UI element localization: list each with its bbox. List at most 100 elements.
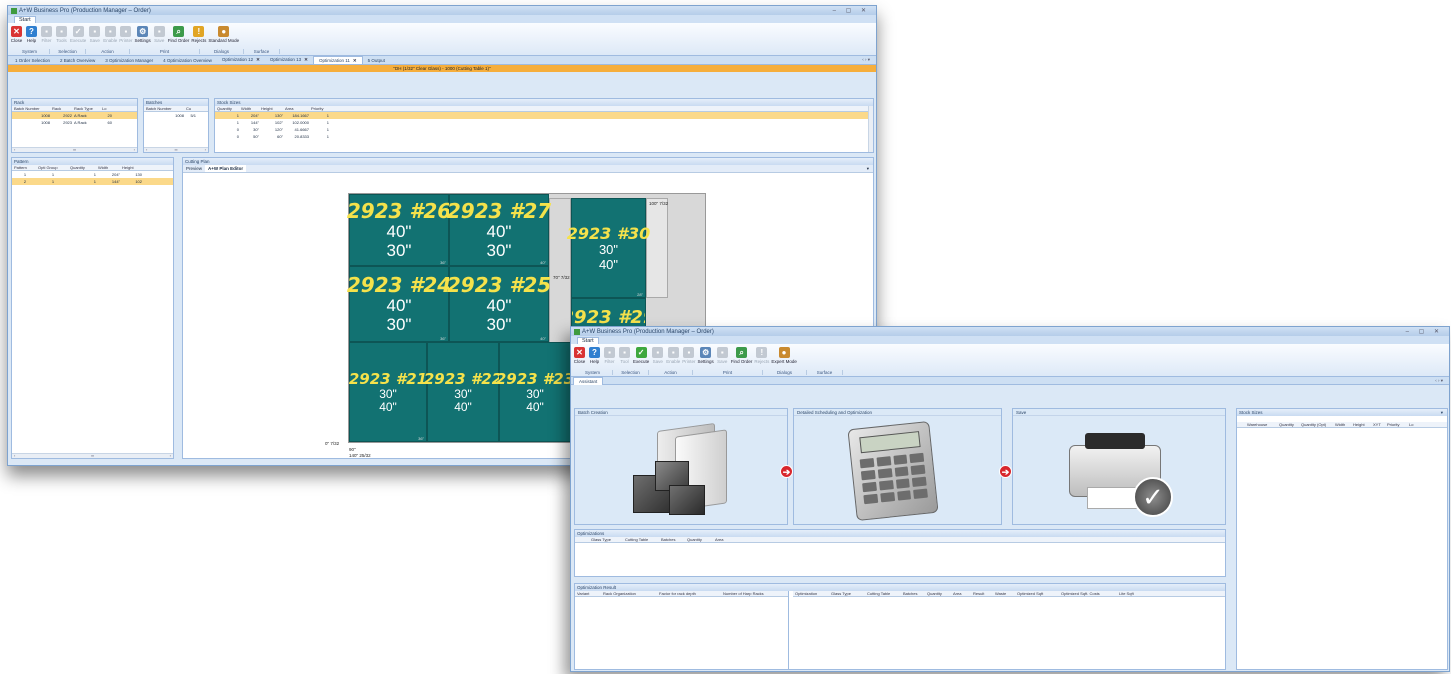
table-row[interactable]: 1 1 1 204" 130 <box>12 171 173 178</box>
find-order-button[interactable]: ⌕ Find Order <box>731 347 752 364</box>
stock-col-priority[interactable]: Priority <box>309 106 329 111</box>
help-button[interactable]: ? Help <box>25 26 38 43</box>
col-cutting-table[interactable]: Cutting Table <box>623 537 659 542</box>
table-row[interactable]: 1008 2922 A Rack 20 <box>12 112 137 119</box>
stock-col-quantity[interactable]: Quantity <box>215 106 239 111</box>
glass-piece[interactable]: 2923 #26 40" 30" 36" <box>347 194 451 266</box>
pin-icon[interactable]: ▾ <box>867 165 869 173</box>
settings-button[interactable]: ⚙ Settings <box>135 26 151 43</box>
close-button[interactable]: ✕ Close <box>573 347 586 364</box>
col-factor-rack-depth[interactable]: Factor for rack depth <box>657 591 721 596</box>
batches-col-cu[interactable]: Cu <box>184 106 196 111</box>
filter-button[interactable]: ▪ Filter <box>40 26 53 43</box>
pattern-col-optigroup[interactable]: Opti Group <box>36 165 68 170</box>
tab-scroll-arrows[interactable]: ‹ › ▾ <box>1435 378 1443 384</box>
rejects-button[interactable]: ! Rejects <box>191 26 206 43</box>
pattern-col-quantity[interactable]: Quantity <box>68 165 96 170</box>
rack-hscroll[interactable]: ‹ ═ › <box>12 147 137 152</box>
tab-optimization-13[interactable]: Optimization 13 ✕ <box>265 57 313 63</box>
tab-optimization-12[interactable]: Optimization 12 ✕ <box>217 57 265 63</box>
col-batches[interactable]: Batches <box>901 591 925 596</box>
col-priority[interactable]: Priority <box>1385 422 1407 427</box>
save-button[interactable]: ▪ Save <box>716 347 729 364</box>
table-row[interactable]: 1008 5/1 <box>144 112 208 119</box>
col-variant[interactable]: Variant <box>575 591 601 596</box>
col-lo[interactable]: Lo <box>1407 422 1417 427</box>
pattern-col-pattern[interactable]: Pattern <box>12 165 36 170</box>
col-optimization[interactable]: Optimization <box>793 591 829 596</box>
col-area[interactable]: Area <box>951 591 971 596</box>
tab-3-optimization-manager[interactable]: 3 Optimization Manager <box>100 58 158 63</box>
wizard-step-optimization[interactable]: Detailed Scheduling and Optimization <box>793 408 1002 525</box>
col-cutting-table[interactable]: Cutting Table <box>865 591 901 596</box>
col-batches[interactable]: Batches <box>659 537 685 542</box>
tab-4-optimization-overview[interactable]: 4 Optimization Overview <box>158 58 217 63</box>
col-harp-racks[interactable]: Number of Harp Racks <box>721 591 781 596</box>
stock-col-height[interactable]: Height <box>259 106 283 111</box>
ribbon-tab-start[interactable]: Start <box>14 16 36 23</box>
close-tab-icon[interactable]: ✕ <box>353 58 357 63</box>
enable-button[interactable]: ▪ Enable <box>666 347 680 364</box>
pin-icon[interactable]: ▾ <box>1441 409 1443 416</box>
batches-col-number[interactable]: Batch Number <box>144 106 184 111</box>
tab-preview[interactable]: Preview <box>183 165 205 172</box>
table-row[interactable]: 0 30" 120" 41.6667 1 <box>215 126 873 133</box>
glass-piece[interactable]: 2923 #21 30" 40" 36" <box>349 342 427 442</box>
rack-col-lo[interactable]: Lo <box>100 106 112 111</box>
wizard-step-save[interactable]: Save ✓ <box>1012 408 1226 525</box>
col-quantity[interactable]: Quantity <box>685 537 713 542</box>
tab-5-output[interactable]: 5 Output <box>363 58 390 63</box>
col-quantity-opt[interactable]: Quantity (Opt) <box>1299 422 1333 427</box>
tab-1-order-selection[interactable]: 1 Order Selection <box>10 58 55 63</box>
col-warehouse[interactable]: Warehouse <box>1245 422 1277 427</box>
filter-button[interactable]: ▪ Filter <box>603 347 616 364</box>
pattern-col-width[interactable]: Width <box>96 165 120 170</box>
window-controls[interactable]: – ▢ ✕ <box>1406 328 1449 335</box>
col-optimized-sqft[interactable]: Optimized Sqft <box>1015 591 1059 596</box>
col-rack-organization[interactable]: Rack Organization <box>601 591 657 596</box>
standard-mode-button[interactable]: ● Standard Mode <box>208 26 239 43</box>
save-button[interactable]: ▪ Save <box>651 347 664 364</box>
pattern-hscroll[interactable]: ‹ ═ › <box>12 453 173 458</box>
rack-col-type[interactable]: Rack Type <box>72 106 100 111</box>
glass-piece[interactable]: 2923 #22 30" 40" <box>424 342 502 442</box>
close-tab-icon[interactable]: ✕ <box>304 57 308 62</box>
batches-hscroll[interactable]: ‹ ═ › <box>144 147 208 152</box>
table-row[interactable]: 1 204" 130" 184.1667 1 <box>215 112 873 119</box>
close-button[interactable]: ✕ Close <box>10 26 23 43</box>
col-optimized-sqft-costs[interactable]: Optimized Sqft. Costs <box>1059 591 1117 596</box>
help-button[interactable]: ? Help <box>588 347 601 364</box>
execute-button[interactable]: ✓ Execute <box>633 347 649 364</box>
tool-button[interactable]: ▪ Tool <box>618 347 631 364</box>
col-glass-type[interactable]: Glass Type <box>589 537 623 542</box>
rejects-button[interactable]: ! Rejects <box>754 347 769 364</box>
table-row[interactable]: 0 50" 60" 20.8333 1 <box>215 133 873 140</box>
col-waste[interactable]: Waste <box>993 591 1015 596</box>
col-area[interactable]: Area <box>713 537 735 542</box>
execute-button[interactable]: ✓ Execute <box>70 26 86 43</box>
rack-col-batch[interactable]: Batch Number <box>12 106 50 111</box>
stock-col-width[interactable]: Width <box>239 106 259 111</box>
save-button[interactable]: ▪ Save <box>88 26 101 43</box>
col-quantity[interactable]: Quantity <box>925 591 951 596</box>
table-row[interactable]: 1008 2923 A Rack 60 <box>12 119 137 126</box>
rack-col-rack[interactable]: Rack <box>50 106 72 111</box>
settings-button[interactable]: ⚙ Settings <box>698 347 714 364</box>
expert-mode-button[interactable]: ● Expert Mode <box>771 347 797 364</box>
ribbon-tab-start[interactable]: Start <box>577 337 599 344</box>
col-result[interactable]: Result <box>971 591 993 596</box>
pattern-col-height[interactable]: Height <box>120 165 142 170</box>
col-width[interactable]: Width <box>1333 422 1351 427</box>
tab-optimization-11[interactable]: Optimization 11 ✕ <box>312 56 363 64</box>
tab-scroll-arrows[interactable]: ‹ › ▾ <box>862 57 870 63</box>
stock-col-area[interactable]: Area <box>283 106 309 111</box>
col-height[interactable]: Height <box>1351 422 1371 427</box>
wizard-step-batch-creation[interactable]: Batch Creation <box>574 408 788 525</box>
glass-piece[interactable]: 2923 #25 40" 30" 40" <box>447 266 551 342</box>
col-glass-type[interactable]: Glass Type <box>829 591 865 596</box>
glass-piece[interactable]: 2923 #23 30" 40" <box>496 342 574 442</box>
window-controls[interactable]: – ▢ ✕ <box>833 7 876 14</box>
col-lite-sqft[interactable]: Lite Sqft <box>1117 591 1137 596</box>
save-button[interactable]: ▪ Save <box>153 26 166 43</box>
table-row[interactable]: 2 1 1 144" 102 <box>12 178 173 185</box>
